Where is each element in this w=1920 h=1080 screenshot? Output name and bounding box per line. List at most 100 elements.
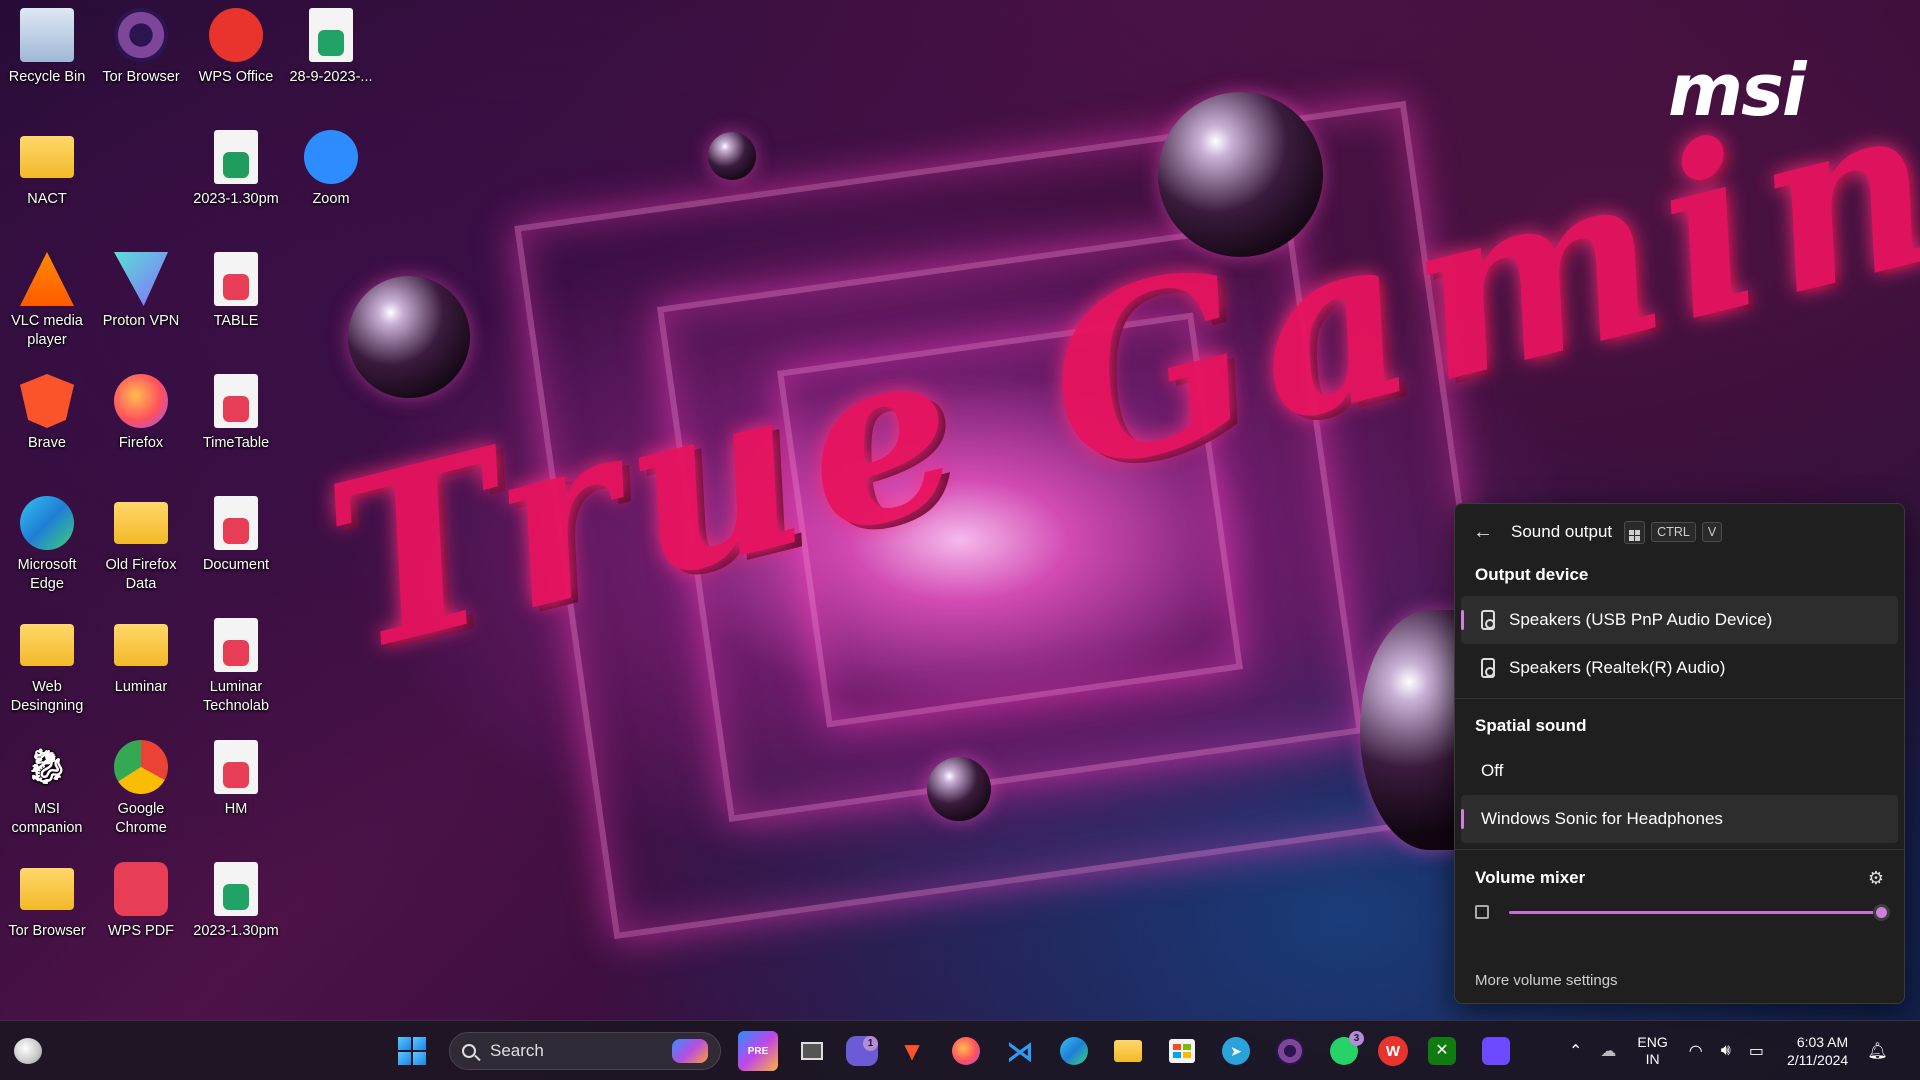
desktop-icon[interactable]: Proton VPN [94, 252, 188, 331]
desktop-icon[interactable]: Luminar Technolab [189, 618, 283, 716]
desktop-icon[interactable]: TABLE [189, 252, 283, 331]
wps-pdf-file-icon [214, 496, 258, 550]
desktop-icon[interactable]: 28-9-2023-... [284, 8, 378, 87]
wallpaper-orb [927, 757, 991, 821]
chevron-up-icon[interactable]: ⌃ [1569, 1041, 1582, 1061]
speaker-icon [1481, 610, 1495, 630]
desktop-icon-label: TABLE [213, 313, 259, 329]
desktop-icon[interactable]: Tor Browser [0, 862, 94, 941]
xbox-icon[interactable]: ✕ [1422, 1031, 1462, 1071]
wps-pdf-icon [114, 862, 168, 916]
desktop-icon[interactable]: NACT [0, 130, 94, 209]
task-view-icon[interactable] [792, 1031, 832, 1071]
desktop-icon[interactable]: 2023-1.30pm [189, 130, 283, 209]
tor-browser-icon[interactable] [1270, 1031, 1310, 1071]
desktop-icon[interactable]: 2023-1.30pm [189, 862, 283, 941]
output-device-label: Speakers (Realtek(R) Audio) [1509, 658, 1726, 677]
proton-pass-icon[interactable] [1476, 1031, 1516, 1071]
desktop-icon-label: Proton VPN [102, 313, 180, 329]
volume-icon[interactable]: 🔊︎ [1721, 1042, 1731, 1060]
desktop-icon-label: 28-9-2023-... [289, 69, 373, 85]
desktop-icon-label: TimeTable [202, 435, 270, 451]
desktop-icon-label: Luminar Technolab [202, 679, 270, 714]
notification-bell-icon[interactable]: 🔔︎ [1867, 1041, 1887, 1061]
desktop-icon[interactable]: Microsoft Edge [0, 496, 94, 594]
desktop-icon-label: Microsoft Edge [17, 557, 77, 592]
whatsapp-icon[interactable]: 3 [1324, 1031, 1364, 1071]
sound-output-flyout: ← Sound output CTRL V Output device Spea… [1454, 503, 1905, 1004]
windows-logo-icon [398, 1037, 426, 1065]
copilot-icon[interactable] [672, 1039, 708, 1063]
gear-icon[interactable]: ⚙ [1868, 868, 1884, 889]
device-icon [1475, 905, 1489, 919]
desktop-icon[interactable]: Google Chrome [94, 740, 188, 838]
file-explorer-icon[interactable] [1108, 1031, 1148, 1071]
system-tray: ⌃ ☁ ENG IN ◠ 🔊︎ ▭ 6:03 AM 2/11/2024 🔔︎ [1560, 1021, 1897, 1080]
desktop-icon-label: HM [224, 801, 248, 817]
desktop-icon[interactable]: WPS PDF [94, 862, 188, 941]
brave-icon [20, 374, 74, 428]
wps-office-icon[interactable]: W [1378, 1036, 1408, 1066]
desktop-icon[interactable]: Recycle Bin [0, 8, 94, 87]
clock-date: 2/11/2024 [1786, 1052, 1849, 1068]
spatial-option-windows-sonic[interactable]: Windows Sonic for Headphones [1461, 795, 1898, 843]
shortcut-key-v: V [1701, 522, 1723, 542]
taskbar: Search PRE 1 ▼ ⋊ ➤ 3 W ✕ ⌃ ☁ ENG IN ◠ 🔊︎… [0, 1020, 1920, 1080]
wifi-icon[interactable]: ◠ [1689, 1041, 1703, 1061]
search-box[interactable]: Search [449, 1032, 721, 1070]
teams-chat-icon[interactable]: 1 [846, 1036, 878, 1066]
recycle-bin-icon [20, 8, 74, 62]
volume-slider[interactable] [1509, 903, 1890, 921]
telegram-icon[interactable]: ➤ [1216, 1031, 1256, 1071]
desktop-icon[interactable]: Firefox [94, 374, 188, 453]
firefox-icon[interactable] [946, 1031, 986, 1071]
edge-icon[interactable] [1054, 1031, 1094, 1071]
language-code: ENG [1637, 1034, 1668, 1050]
desktop-icon[interactable]: HM [189, 740, 283, 819]
wps-pdf-file-icon [214, 374, 258, 428]
desktop-icon[interactable]: Old Firefox Data [94, 496, 188, 594]
output-device-usb[interactable]: Speakers (USB PnP Audio Device) [1461, 596, 1898, 644]
desktop-icon[interactable]: Document [189, 496, 283, 575]
volume-mixer-row [1455, 900, 1904, 924]
output-device-heading: Output device [1475, 565, 1589, 584]
volume-slider-thumb[interactable] [1873, 903, 1890, 921]
language-indicator[interactable]: ENG IN [1637, 1034, 1667, 1068]
copilot-pre-icon[interactable]: PRE [738, 1031, 778, 1071]
msi-dragon-icon: 🐉︎ [25, 747, 69, 786]
taskbar-apps: Search PRE 1 ▼ ⋊ ➤ 3 W ✕ [385, 1029, 1523, 1073]
desktop-icon[interactable]: WPS Office [189, 8, 283, 87]
spatial-option-label: Windows Sonic for Headphones [1481, 809, 1723, 828]
desktop-icon-label: Zoom [312, 191, 350, 207]
tor-browser-icon [114, 8, 168, 62]
vscode-icon[interactable]: ⋊ [1000, 1031, 1040, 1071]
desktop-icon-label: Recycle Bin [8, 69, 86, 85]
desktop-icon[interactable]: Web Desingning [0, 618, 94, 716]
back-arrow-icon[interactable]: ← [1473, 521, 1493, 544]
folder-icon [20, 130, 74, 184]
battery-icon[interactable]: ▭ [1749, 1041, 1764, 1061]
desktop-icon-label: Web Desingning [10, 679, 84, 714]
desktop-icon-label: Tor Browser [102, 69, 180, 85]
desktop-icon[interactable]: 🐉︎ MSI companion [0, 740, 94, 838]
desktop-icon[interactable]: Tor Browser [94, 8, 188, 87]
brave-icon[interactable]: ▼ [892, 1031, 932, 1071]
desktop-icon[interactable]: Brave [0, 374, 94, 453]
weather-icon[interactable] [14, 1038, 42, 1064]
start-button[interactable] [392, 1031, 432, 1071]
firefox-icon [114, 374, 168, 428]
clock[interactable]: 6:03 AM 2/11/2024 [1787, 1033, 1848, 1069]
desktop-icon[interactable]: TimeTable [189, 374, 283, 453]
msi-logo: msi [1668, 48, 1807, 132]
windows-key-icon [1624, 520, 1646, 544]
desktop-icon[interactable]: VLC media player [0, 252, 94, 350]
output-device-realtek[interactable]: Speakers (Realtek(R) Audio) [1461, 644, 1898, 692]
onedrive-icon[interactable]: ☁ [1600, 1041, 1616, 1061]
desktop-icon-label: 2023-1.30pm [193, 923, 279, 939]
desktop-icon[interactable]: Zoom [284, 130, 378, 209]
desktop-icon-label: Luminar [114, 679, 168, 695]
more-volume-settings-link[interactable]: More volume settings [1475, 972, 1618, 989]
microsoft-store-icon[interactable] [1162, 1031, 1202, 1071]
desktop-icon[interactable]: Luminar [94, 618, 188, 697]
spatial-option-off[interactable]: Off [1461, 747, 1898, 795]
